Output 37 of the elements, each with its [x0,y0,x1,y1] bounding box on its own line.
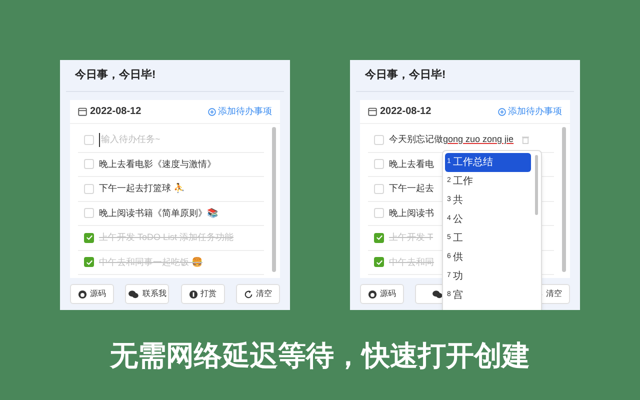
checkbox[interactable] [374,257,384,268]
footer-button[interactable]: 打赏 [180,284,225,304]
todo-text: 下午一起去 [389,182,434,195]
todo-text: 晚上阅读书籍《简单原则》📚 [99,206,218,220]
scrollbar [535,155,538,215]
todo-text: 晚上去看电 [389,158,434,170]
footer-button[interactable]: 联系我 [125,284,170,304]
date-label: 2022-08-12 [90,105,142,119]
checkbox[interactable] [84,232,94,243]
footer-button[interactable]: 源码 [70,284,114,304]
todo-text: 上午开发 T [389,231,433,244]
todo-text: 中午去和同 [389,256,434,268]
checkbox[interactable] [374,232,384,243]
app-title: 今日事，今日毕! [75,68,156,84]
chat-bubbles-icon [128,290,140,298]
coin-icon [188,290,198,298]
todo-text: 晚上去看电影《速度与激情》 [99,158,216,170]
todo-text: 晚上阅读书 [389,206,434,220]
trash-icon [522,136,529,144]
app-title: 今日事，今日毕! [365,68,446,84]
plus-circle-icon [208,108,216,116]
plus-circle-icon [498,108,506,116]
todo-text: 上午开发 ToDO List 添加任务功能 [99,231,234,244]
todo-input[interactable]: 今天别忘记做gong zuo zong jie [389,133,529,146]
footer-button[interactable]: 清空 [236,284,280,304]
checkbox[interactable] [84,257,94,268]
github-icon [368,290,377,298]
refresh-icon [244,290,253,298]
caption: 无需网络延迟等待，快速打开创建 [110,339,530,373]
todo-input[interactable]: 输入待办任务~ [99,133,239,146]
calendar-icon [368,107,377,116]
date-label: 2022-08-12 [380,105,432,119]
github-icon [78,290,87,298]
chat-bubbles-icon [432,290,443,298]
calendar-icon [78,107,87,116]
todo-text: 下午一起去打篮球 ⛹ [99,182,185,195]
footer-button[interactable]: 源码 [360,284,404,304]
